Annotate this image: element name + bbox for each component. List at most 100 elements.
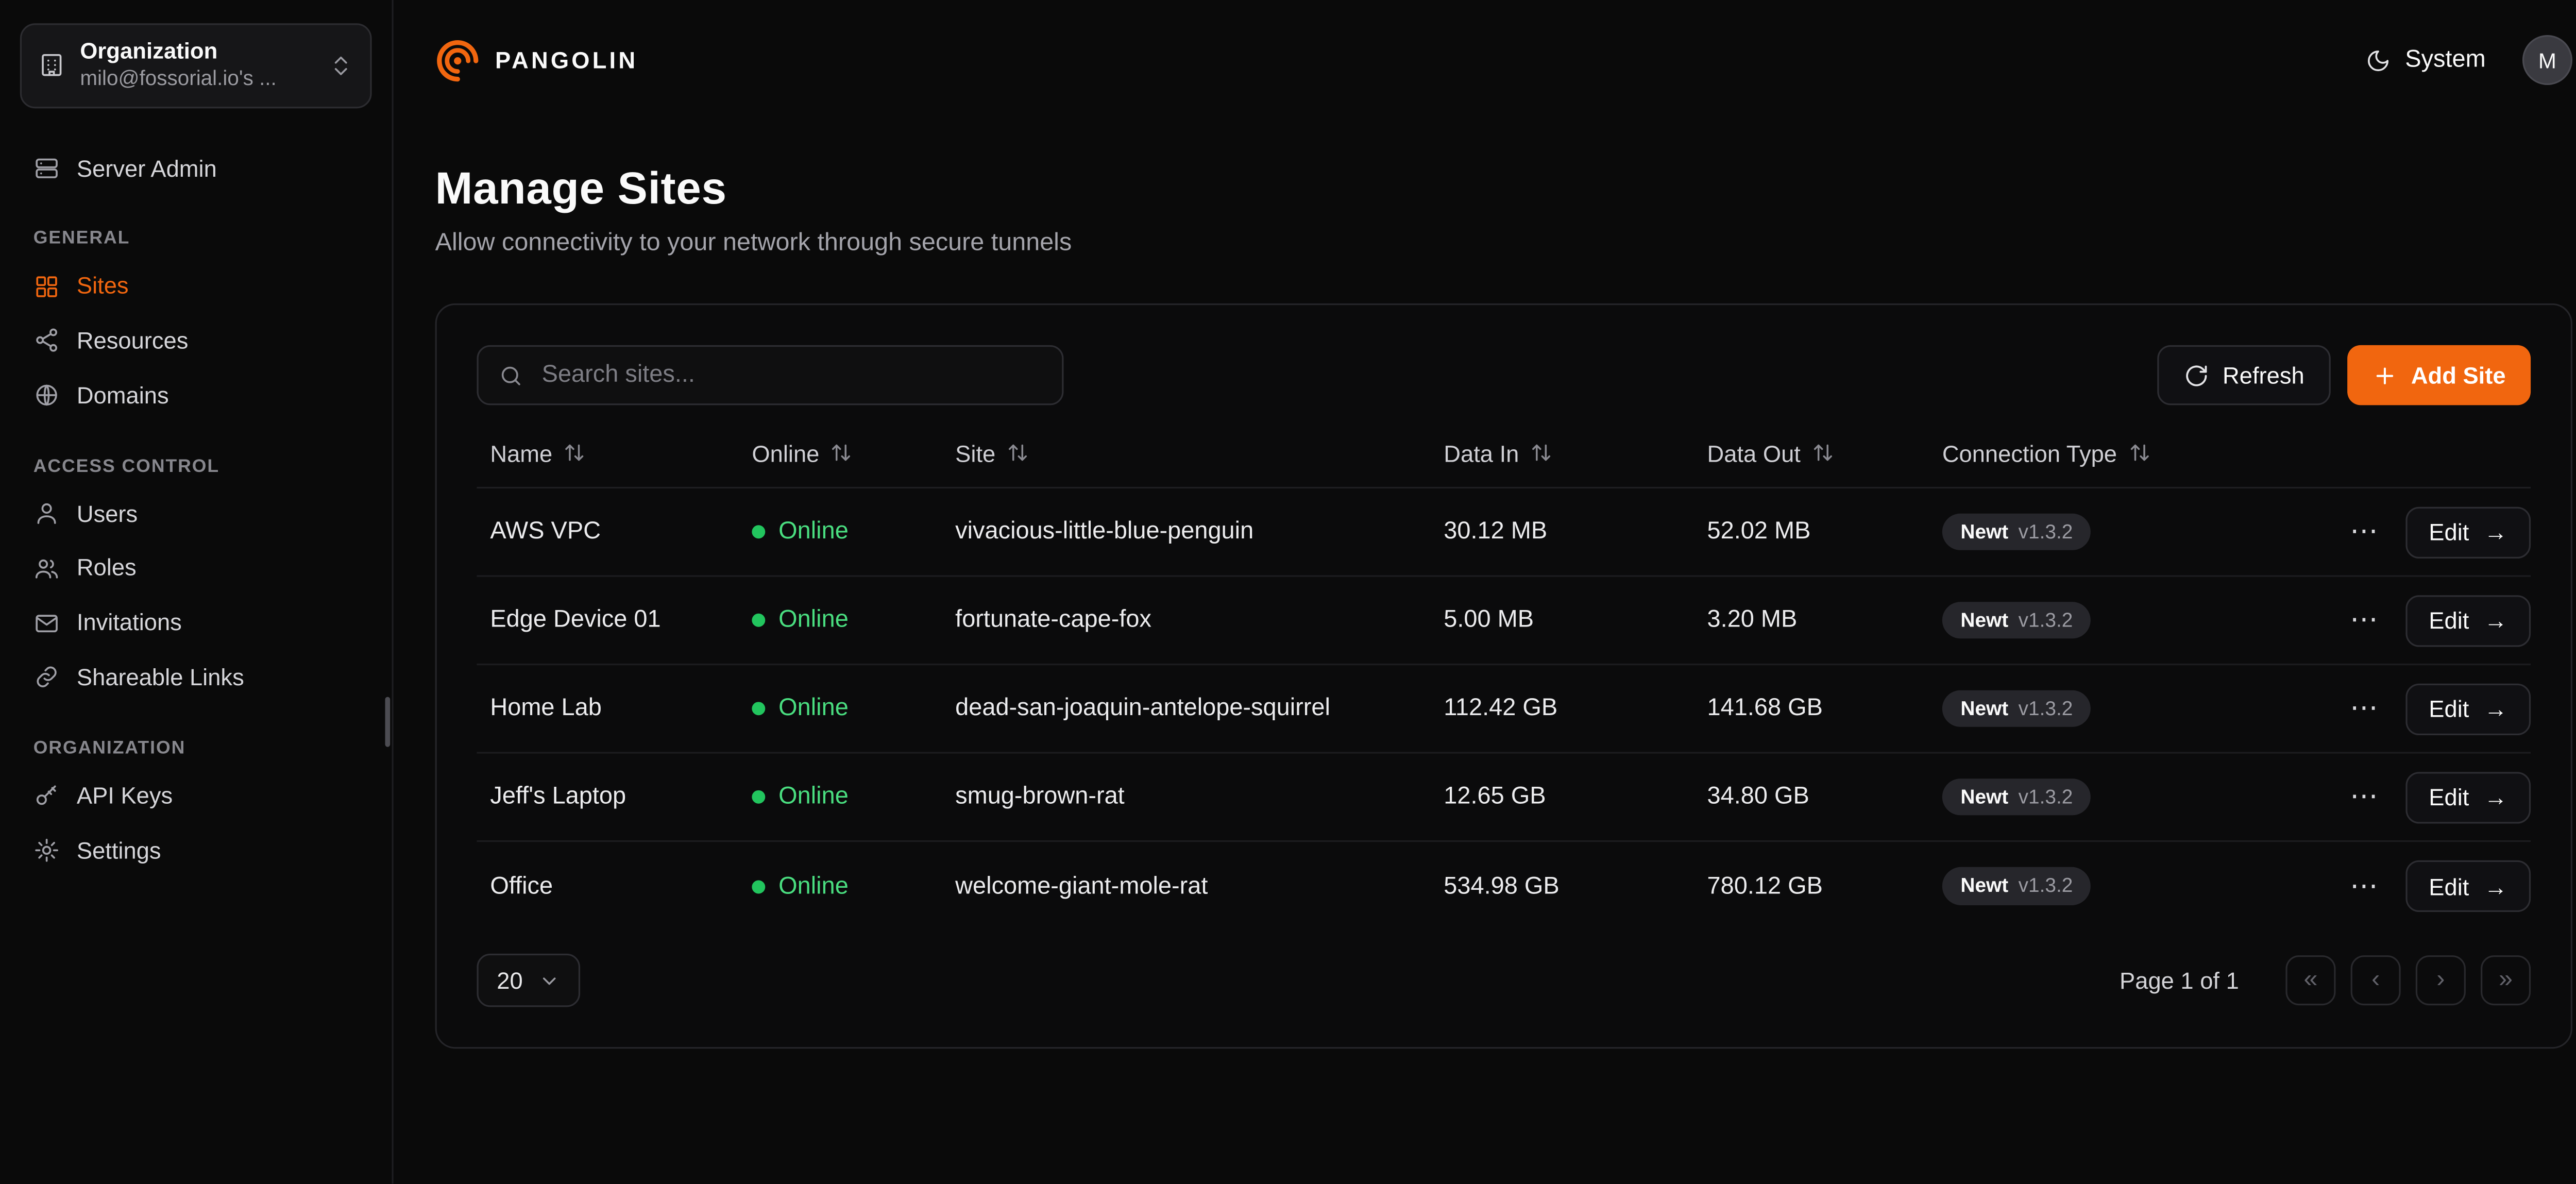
column-header-online[interactable]: Online <box>739 439 942 466</box>
first-page-button[interactable]: « <box>2285 955 2335 1005</box>
row-menu-button[interactable]: ⋯ <box>2331 692 2397 725</box>
sidebar-item-label: Roles <box>77 554 137 582</box>
arrow-right-icon: → <box>2484 520 2507 544</box>
conn-type-version: v1.3.2 <box>2019 520 2073 544</box>
card-footer: 20 Page 1 of 1 « ‹ › » <box>477 954 2531 1007</box>
sidebar-item-domains[interactable]: Domains <box>20 368 372 423</box>
data-in-value: 5.00 MB <box>1430 607 1693 634</box>
sidebar-item-roles[interactable]: Roles <box>20 541 372 596</box>
brand[interactable]: PANGOLIN <box>435 38 638 82</box>
refresh-button[interactable]: Refresh <box>2158 345 2331 405</box>
topbar-right: System M <box>2365 35 2572 85</box>
ellipsis-icon: ⋯ <box>2350 692 2378 725</box>
site-tunnel-name: dead-san-joaquin-antelope-squirrel <box>942 695 1430 722</box>
connection-type-badge: Newtv1.3.2 <box>1942 690 2091 727</box>
chevron-down-icon <box>538 970 560 991</box>
edit-button[interactable]: Edit→ <box>2405 860 2531 912</box>
edit-button[interactable]: Edit → <box>2405 595 2531 646</box>
previous-page-button[interactable]: ‹ <box>2351 955 2401 1005</box>
edit-button[interactable]: Edit→ <box>2405 771 2531 823</box>
ellipsis-icon: ⋯ <box>2350 515 2378 549</box>
sidebar-item-shareable-links[interactable]: Shareable Links <box>20 650 372 705</box>
column-header-name[interactable]: Name <box>477 439 738 466</box>
arrow-right-icon: → <box>2484 608 2507 632</box>
building-icon <box>38 52 65 79</box>
pangolin-logo-icon <box>435 38 480 82</box>
column-label: Connection Type <box>1942 439 2117 466</box>
edit-button[interactable]: Edit→ <box>2405 683 2531 734</box>
column-header-data-in[interactable]: Data In <box>1430 439 1693 466</box>
users-icon <box>33 555 60 582</box>
row-menu-button[interactable]: ⋯ <box>2331 515 2397 549</box>
gear-icon <box>33 837 60 864</box>
add-site-button[interactable]: Add Site <box>2348 345 2531 405</box>
conn-type-version: v1.3.2 <box>2019 874 2073 899</box>
sort-icon <box>1812 442 1834 464</box>
sites-table: Name Online Site Data In <box>477 418 2531 930</box>
toolbar-actions: Refresh Add Site <box>2158 345 2531 405</box>
edit-label: Edit <box>2429 607 2469 634</box>
page-size-value: 20 <box>497 967 522 994</box>
edit-label: Edit <box>2429 873 2469 900</box>
column-header-connection-type[interactable]: Connection Type <box>1929 439 2331 466</box>
data-out-value: 3.20 MB <box>1694 607 1929 634</box>
site-name: Office <box>477 873 738 900</box>
key-icon <box>33 782 60 809</box>
plus-icon <box>2372 363 2398 388</box>
org-selector[interactable]: Organization milo@fossorial.io's ... <box>20 23 372 107</box>
search-icon <box>499 363 524 388</box>
add-site-label: Add Site <box>2411 362 2506 388</box>
online-dot-icon <box>752 525 765 538</box>
link-icon <box>33 664 60 691</box>
sidebar-item-label: API Keys <box>77 782 173 809</box>
search-box[interactable] <box>477 345 1063 405</box>
org-title: Organization <box>80 38 313 66</box>
search-input[interactable] <box>538 360 1042 390</box>
sidebar-item-settings[interactable]: Settings <box>20 823 372 877</box>
moon-icon <box>2365 47 2391 73</box>
data-out-value: 52.02 MB <box>1694 518 1929 545</box>
column-header-site[interactable]: Site <box>942 439 1430 466</box>
page-subtitle: Allow connectivity to your network throu… <box>435 228 2572 257</box>
data-in-value: 534.98 GB <box>1430 873 1693 900</box>
edit-button[interactable]: Edit→ <box>2405 506 2531 557</box>
sort-icon <box>1531 442 1552 464</box>
last-page-button[interactable]: » <box>2481 955 2531 1005</box>
row-menu-button[interactable]: ⋯ <box>2331 603 2397 637</box>
sidebar-item-sites[interactable]: Sites <box>20 259 372 314</box>
online-label: Online <box>778 695 849 722</box>
chevrons-up-down-icon <box>328 53 353 78</box>
row-menu-button[interactable]: ⋯ <box>2331 780 2397 814</box>
section-label-general: GENERAL <box>20 229 372 249</box>
theme-toggle[interactable]: System <box>2365 47 2486 74</box>
page-size-select[interactable]: 20 <box>477 954 579 1007</box>
row-menu-button[interactable]: ⋯ <box>2331 870 2397 903</box>
section-label-access-control: ACCESS CONTROL <box>20 456 372 477</box>
ellipsis-icon: ⋯ <box>2350 603 2378 637</box>
waypoints-icon <box>33 328 60 354</box>
chevron-right-icon: › <box>2436 966 2445 991</box>
theme-label: System <box>2405 47 2485 74</box>
column-label: Online <box>752 439 819 466</box>
page-title: Manage Sites <box>435 163 2572 215</box>
avatar[interactable]: M <box>2522 35 2572 85</box>
sidebar-scrollbar[interactable] <box>385 697 390 747</box>
column-label: Data In <box>1444 439 1519 466</box>
table-row: Office Online welcome-giant-mole-rat 534… <box>477 842 2531 931</box>
sidebar-item-invitations[interactable]: Invitations <box>20 596 372 650</box>
column-label: Name <box>490 439 552 466</box>
sort-icon <box>831 442 853 464</box>
conn-type-version: v1.3.2 <box>2019 785 2073 809</box>
grid-icon <box>33 273 60 300</box>
app: Organization milo@fossorial.io's ... Ser… <box>0 0 2576 1183</box>
data-out-value: 780.12 GB <box>1694 873 1929 900</box>
sidebar-item-users[interactable]: Users <box>20 486 372 541</box>
sidebar-item-server-admin[interactable]: Server Admin <box>20 141 372 195</box>
arrow-right-icon: → <box>2484 697 2507 720</box>
column-header-data-out[interactable]: Data Out <box>1694 439 1929 466</box>
next-page-button[interactable]: › <box>2416 955 2466 1005</box>
org-subtitle: milo@fossorial.io's ... <box>80 66 313 93</box>
sidebar-item-api-keys[interactable]: API Keys <box>20 768 372 823</box>
sidebar-item-resources[interactable]: Resources <box>20 314 372 368</box>
site-tunnel-name: vivacious-little-blue-penguin <box>942 518 1430 545</box>
